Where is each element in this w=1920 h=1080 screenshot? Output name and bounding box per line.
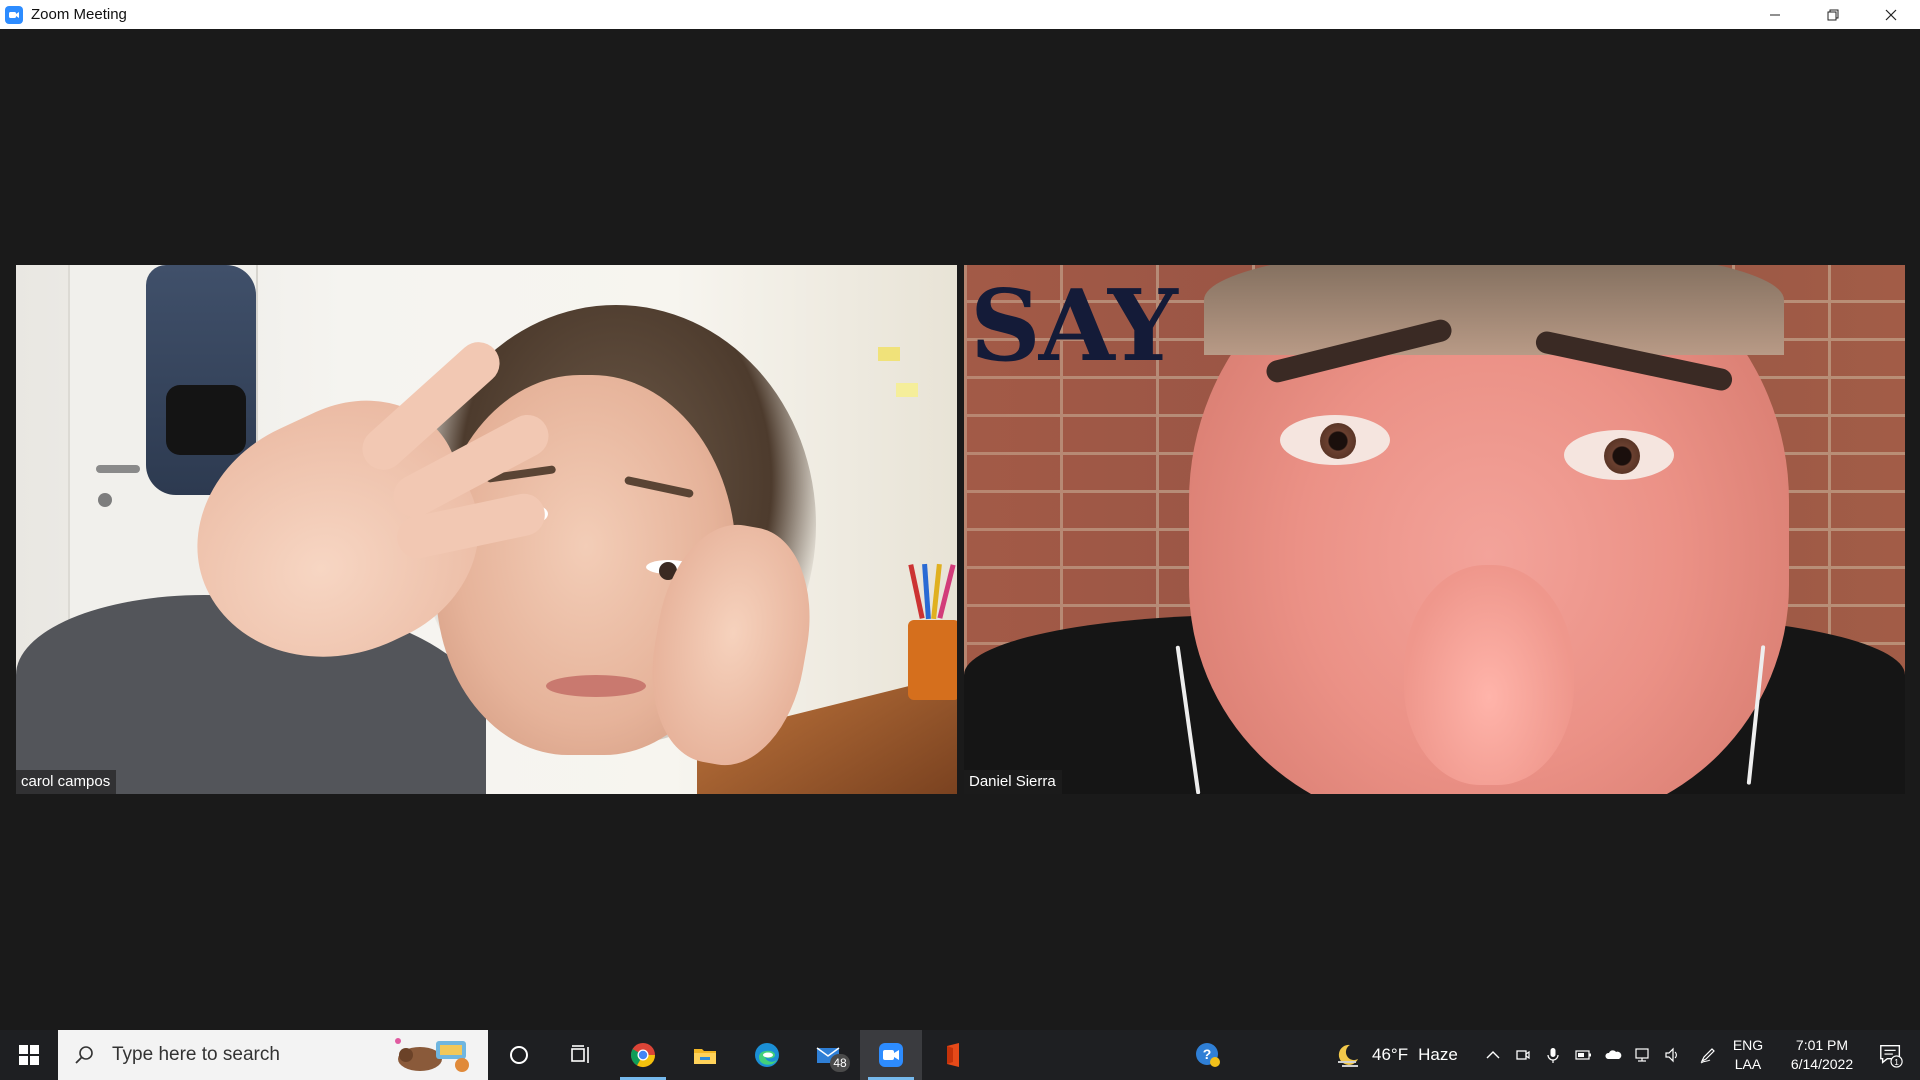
participant-name-label: carol campos <box>16 770 117 794</box>
task-view-button[interactable] <box>550 1030 612 1080</box>
close-icon <box>1885 9 1897 20</box>
search-icon <box>75 1046 93 1064</box>
taskbar-app-office[interactable] <box>922 1030 984 1080</box>
clock-date: 6/14/2022 <box>1790 1056 1854 1072</box>
tray-microphone[interactable] <box>1538 1030 1568 1080</box>
keyboard-layout: LAA <box>1734 1056 1762 1072</box>
speaker-icon <box>1665 1047 1677 1063</box>
minimize-icon <box>1770 14 1780 15</box>
notification-icon: 1 <box>1880 1045 1903 1068</box>
background-lettering: SAY <box>970 269 1178 384</box>
chrome-icon <box>630 1043 655 1068</box>
weather-widget[interactable]: 46°F Haze <box>1334 1030 1458 1080</box>
task-view-icon <box>571 1045 589 1063</box>
tray-camera[interactable] <box>1508 1030 1538 1080</box>
pen-icon <box>1700 1048 1715 1064</box>
eye <box>1564 430 1674 480</box>
input-language-indicator[interactable]: ENG LAA <box>1728 1036 1768 1074</box>
help-question-icon: ? <box>1196 1043 1220 1067</box>
camera-icon <box>1516 1050 1530 1060</box>
taskbar-app-chrome[interactable] <box>612 1030 674 1080</box>
system-tray <box>1478 1030 1728 1080</box>
windows-taskbar: Type here to search 48 ? 46°F Haze ENG L… <box>0 1030 1920 1080</box>
close-button[interactable] <box>1862 0 1920 29</box>
start-button[interactable] <box>0 1030 58 1080</box>
window-controls <box>1746 0 1920 29</box>
eye <box>1280 415 1390 465</box>
tray-battery[interactable] <box>1568 1030 1598 1080</box>
moon-haze-icon <box>1338 1044 1358 1067</box>
tray-network[interactable] <box>1628 1030 1658 1080</box>
participant-name-label: Daniel Sierra <box>964 770 1062 794</box>
zoom-app-icon <box>5 5 23 24</box>
cortana-button[interactable] <box>488 1030 550 1080</box>
microphone-icon <box>1547 1048 1559 1063</box>
office-icon <box>947 1043 959 1067</box>
meeting-gallery: carol campos SAY Daniel Sierra <box>0 29 1920 1030</box>
search-placeholder: Type here to search <box>112 1044 280 1065</box>
hanging-bag <box>166 385 246 455</box>
network-icon <box>1635 1048 1649 1062</box>
sticky-note <box>878 347 900 361</box>
svg-text:?: ? <box>1203 1046 1212 1062</box>
tray-onedrive[interactable] <box>1598 1030 1628 1080</box>
title-bar: Zoom Meeting <box>0 0 1920 29</box>
help-tray-button[interactable]: ? <box>1188 1030 1228 1080</box>
minimize-button[interactable] <box>1746 0 1804 29</box>
window-title: Zoom Meeting <box>31 6 127 23</box>
windows-logo-icon <box>19 1045 39 1065</box>
participant-hair <box>1204 265 1784 355</box>
clock-time: 7:01 PM <box>1795 1037 1849 1053</box>
taskbar-app-file-explorer[interactable] <box>674 1030 736 1080</box>
mouth <box>546 675 646 697</box>
taskbar-app-zoom[interactable] <box>860 1030 922 1080</box>
weather-temperature: 46°F <box>1372 1045 1409 1064</box>
weather-condition: Haze <box>1418 1045 1458 1064</box>
language-code: ENG <box>1732 1037 1764 1053</box>
restore-icon <box>1827 9 1839 20</box>
pencil-cup <box>908 620 957 700</box>
taskbar-app-edge[interactable] <box>736 1030 798 1080</box>
search-highlight-illustration-icon <box>395 1038 469 1072</box>
tray-pen-workspace[interactable] <box>1688 1030 1728 1080</box>
participant-video: SAY <box>964 265 1905 794</box>
action-center-button[interactable]: 1 <box>1868 1030 1914 1080</box>
tray-volume[interactable] <box>1658 1030 1688 1080</box>
file-explorer-icon <box>694 1049 716 1064</box>
door-handle <box>96 465 140 473</box>
notification-count: 1 <box>1894 1057 1899 1067</box>
zoom-icon <box>879 1043 903 1067</box>
participant-video-tile[interactable]: SAY Daniel Sierra <box>964 265 1905 794</box>
battery-icon <box>1575 1050 1591 1060</box>
nose <box>1404 565 1574 785</box>
taskbar-clock[interactable]: 7:01 PM 6/14/2022 <box>1772 1036 1872 1074</box>
taskbar-app-mail[interactable]: 48 <box>798 1030 860 1080</box>
mail-unread-badge: 48 <box>830 1054 850 1072</box>
participant-video-tile[interactable]: carol campos <box>16 265 957 794</box>
restore-button[interactable] <box>1804 0 1862 29</box>
cortana-circle-icon <box>510 1046 528 1064</box>
sticky-note <box>896 383 918 397</box>
pencil <box>922 563 931 620</box>
taskbar-search-box[interactable]: Type here to search <box>58 1030 488 1080</box>
chevron-up-icon <box>1486 1051 1500 1059</box>
onedrive-cloud-icon <box>1605 1050 1622 1059</box>
show-hidden-icons-button[interactable] <box>1478 1030 1508 1080</box>
door-lock <box>98 493 112 507</box>
participant-video <box>16 265 957 794</box>
edge-icon <box>755 1043 779 1067</box>
